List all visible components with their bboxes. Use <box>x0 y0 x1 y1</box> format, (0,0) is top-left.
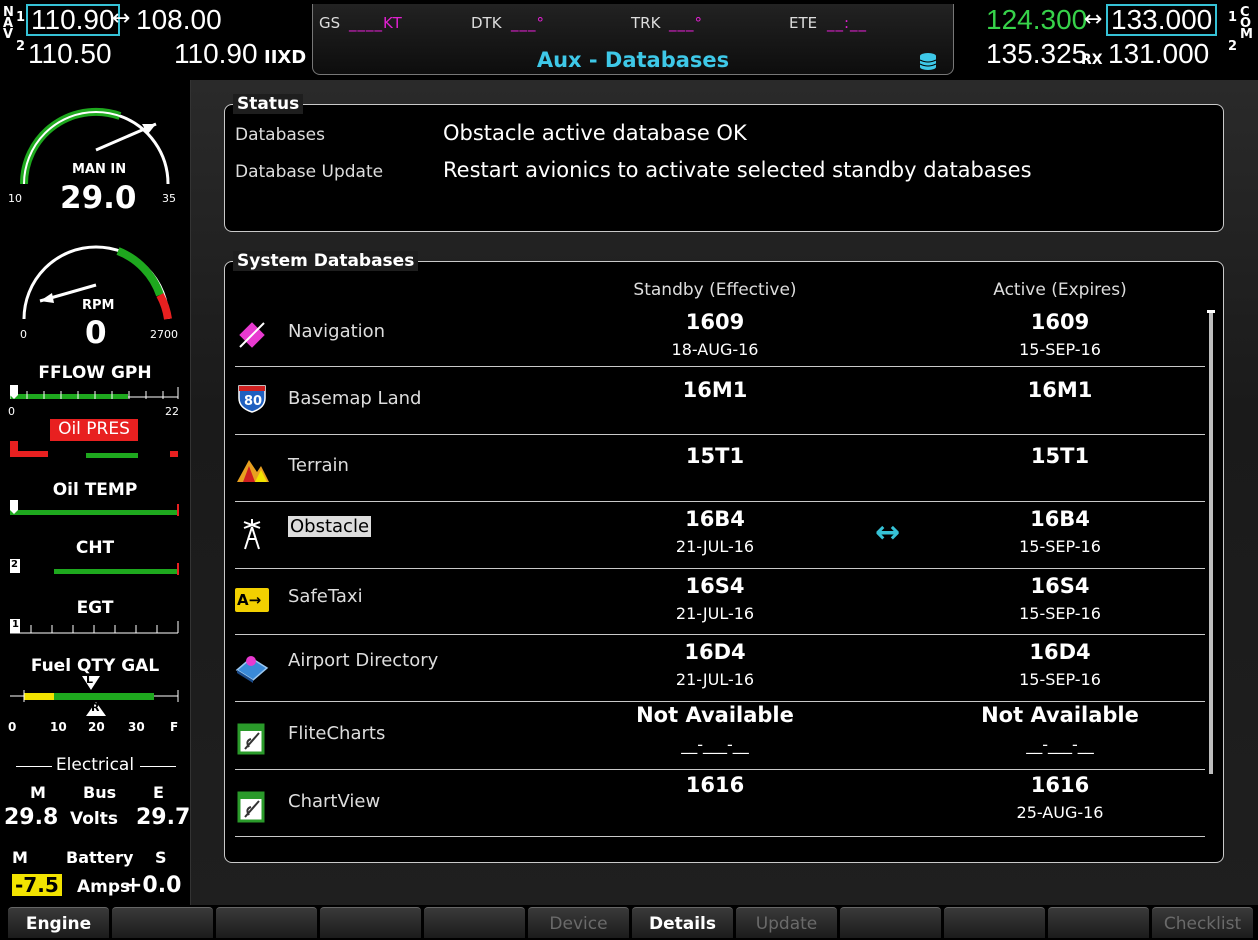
electrical-section: Electrical <box>0 755 190 777</box>
battery-s-amps: +0.0 <box>124 873 182 898</box>
groundspeed-value: ____KT <box>349 14 403 32</box>
system-databases-group: System Databases Standby (Effective) Act… <box>224 251 1224 863</box>
ete-value: __:__ <box>827 14 868 32</box>
egt-label: EGT <box>76 598 114 618</box>
swap-database-icon[interactable]: ↔ <box>875 515 900 550</box>
engine-indication-strip: MAN IN 10 35 29.0 RPM 0 2700 0 FFLOW GPH… <box>0 80 191 905</box>
bus-e-volts: 29.7 <box>136 805 191 830</box>
databases-status-value: Obstacle active database OK <box>443 121 747 145</box>
system-databases-title: System Databases <box>233 251 419 271</box>
chartview-icon <box>237 791 265 823</box>
rpm-value: 0 <box>85 315 107 351</box>
oil-pressure-label: Oil PRES <box>50 419 138 441</box>
database-row-chartview[interactable]: ChartView 1616 1616 25-AUG-16 <box>235 769 1205 837</box>
com1-active-freq[interactable]: 124.300 <box>986 6 1087 34</box>
softkey-3[interactable] <box>216 907 317 938</box>
database-icon <box>919 53 937 70</box>
com2-rx-indicator: RX <box>1081 52 1103 68</box>
status-group: Status Databases Obstacle active databas… <box>224 94 1224 232</box>
egt-cylinder-number: 1 <box>12 619 19 630</box>
scrollbar[interactable] <box>1209 312 1213 774</box>
nav-ident: IIXD <box>264 47 307 68</box>
flitecharts-icon <box>237 723 265 755</box>
obstacle-tower-icon <box>243 519 261 550</box>
page-title: Aux - Databases <box>536 48 730 72</box>
database-row-basemap-land[interactable]: 80 Basemap Land 16M1 16M1 <box>235 366 1205 435</box>
com2-standby-freq[interactable]: 131.000 <box>1108 40 1209 68</box>
nav2-active-freq[interactable]: 110.50 <box>28 40 112 68</box>
standby-column-header: Standby (Effective) <box>633 280 797 300</box>
com1-standby-freq[interactable]: 133.000 <box>1106 4 1218 36</box>
softkey-engine[interactable]: Engine <box>8 907 109 938</box>
database-row-obstacle[interactable]: Obstacle 16B4 21-JUL-16 ↔ 16B4 15-SEP-16 <box>235 501 1205 569</box>
database-row-airport-directory[interactable]: Airport Directory 16D4 21-JUL-16 16D4 15… <box>235 634 1205 702</box>
database-row-navigation[interactable]: Navigation 1609 18-AUG-16 1609 15-SEP-16 <box>235 306 1205 367</box>
com2-active-freq[interactable]: 135.325 <box>986 40 1087 68</box>
cht-label: CHT <box>75 538 115 558</box>
fuel-flow-label: FFLOW GPH <box>38 363 152 383</box>
manifold-pressure-value: 29.0 <box>60 180 137 216</box>
database-row-flitecharts[interactable]: FliteCharts Not Available __-___-__ Not … <box>235 701 1205 770</box>
bus-m-volts: 29.8 <box>4 805 59 830</box>
softkey-10[interactable] <box>944 907 1045 938</box>
nav-data-panel: GS ____KT DTK ___° TRK ___° ETE __:__ Au… <box>312 4 954 75</box>
battery-m-amps: -7.5 <box>12 874 62 896</box>
database-row-terrain[interactable]: Terrain 15T1 15T1 <box>235 434 1205 502</box>
softkey-11[interactable] <box>1048 907 1149 938</box>
database-update-status-value: Restart avionics to activate selected st… <box>443 158 1032 182</box>
nav1-active-freq[interactable]: 110.90 <box>26 4 120 36</box>
nav-swap-icon[interactable]: ↔ <box>112 6 130 31</box>
softkey-bar: Engine Device Details Update Checklist <box>0 907 1258 938</box>
cht-bar <box>10 559 179 575</box>
aux-databases-page: Status Databases Obstacle active databas… <box>191 80 1258 905</box>
desired-track-value: ___° <box>511 14 545 32</box>
softkey-9[interactable] <box>840 907 941 938</box>
nav-side-labels: N A V <box>3 5 14 42</box>
navigation-icon <box>239 322 265 348</box>
com-side-labels: C O M <box>1240 5 1253 42</box>
egt-bar <box>10 619 179 634</box>
softkey-5[interactable] <box>424 907 525 938</box>
oil-pressure-bar <box>10 441 178 458</box>
database-row-safetaxi[interactable]: A→ SafeTaxi 16S4 21-JUL-16 16S4 15-SEP-1… <box>235 568 1205 635</box>
nav2-standby-freq[interactable]: 110.90 <box>174 40 258 68</box>
cht-cylinder-number: 2 <box>11 559 18 570</box>
fuel-qty-label: Fuel QTY GAL <box>30 656 160 676</box>
nav1-standby-freq[interactable]: 108.00 <box>136 6 222 34</box>
softkey-details[interactable]: Details <box>632 907 733 938</box>
oil-temp-label: Oil TEMP <box>52 480 138 500</box>
obstacle-name-selected: Obstacle <box>288 516 372 537</box>
softkey-checklist[interactable]: Checklist <box>1152 907 1253 938</box>
active-column-header: Active (Expires) <box>993 280 1127 300</box>
track-value: ___° <box>669 14 703 32</box>
com-swap-icon[interactable]: ↔ <box>1084 7 1102 32</box>
softkey-2[interactable] <box>112 907 213 938</box>
airport-directory-icon <box>235 656 269 683</box>
softkey-4[interactable] <box>320 907 421 938</box>
softkey-device[interactable]: Device <box>528 907 629 938</box>
softkey-update[interactable]: Update <box>736 907 837 938</box>
oil-temp-bar <box>10 500 179 516</box>
terrain-icon <box>237 460 269 482</box>
fuel-flow-bar <box>10 385 179 399</box>
status-group-title: Status <box>233 94 304 114</box>
top-status-bar: N A V 1 2 110.90 ↔ 108.00 110.50 110.90 … <box>0 0 1258 80</box>
